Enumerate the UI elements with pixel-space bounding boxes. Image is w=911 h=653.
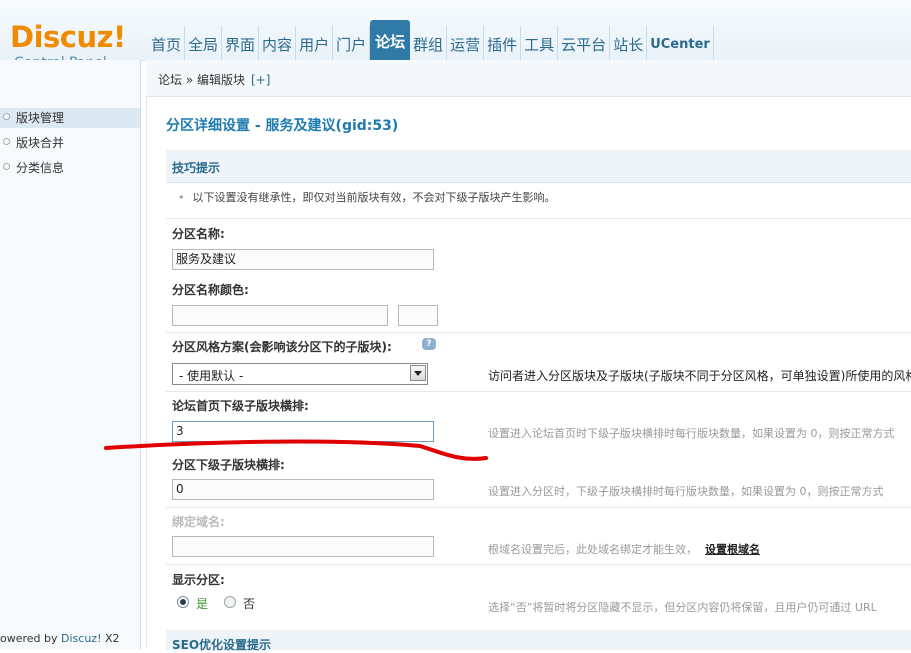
bullet-icon bbox=[3, 163, 10, 170]
divider bbox=[166, 218, 911, 219]
top-header: Discuz! 首页 全局 界面 内容 用户 门户 论坛 群组 运营 插件 工具… bbox=[0, 0, 911, 61]
divider bbox=[166, 391, 911, 392]
field-label-domain: 绑定域名: bbox=[172, 515, 225, 529]
forum-cols-hint: 设置进入论坛首页时下级子版块横排时每行版块数量，如果设置为 0，则按正常方式 bbox=[488, 427, 895, 440]
breadcrumb-bar: 论坛 » 编辑版块 [+] bbox=[146, 60, 911, 97]
nav-users[interactable]: 用户 bbox=[296, 26, 334, 60]
sidebar-item-forum-merge[interactable]: 版块合并 bbox=[0, 133, 140, 153]
powered-by-brand[interactable]: Discuz! bbox=[61, 632, 101, 645]
show-yes-radio[interactable] bbox=[177, 596, 189, 608]
show-hint: 选择“否”将暂时将分区隐藏不显示，但分区内容仍将保留，且用户仍可通过 URL bbox=[488, 601, 877, 614]
show-no-label[interactable]: 否 bbox=[243, 595, 255, 612]
divider bbox=[166, 564, 911, 565]
powered-by-version: X2 bbox=[101, 632, 120, 645]
divider bbox=[146, 96, 147, 649]
show-yes-label[interactable]: 是 bbox=[196, 595, 208, 612]
nav-cloud[interactable]: 云平台 bbox=[558, 26, 611, 60]
nav-tools[interactable]: 工具 bbox=[521, 26, 559, 60]
nav-interface[interactable]: 界面 bbox=[222, 26, 260, 60]
breadcrumb-path[interactable]: 论坛 » 编辑版块 bbox=[158, 73, 245, 87]
sidebar-item-forum-manage[interactable]: 版块管理 bbox=[0, 108, 140, 128]
tip-text: • 以下设置没有继承性，即仅对当前版块有效，不会对下级子版块产生影响。 bbox=[178, 189, 556, 205]
color-picker-button[interactable] bbox=[398, 305, 438, 326]
field-label-show: 显示分区: bbox=[172, 573, 225, 587]
nav-groups[interactable]: 群组 bbox=[410, 26, 448, 60]
page-title: 分区详细设置 - 服务及建议(gid:53) bbox=[166, 118, 399, 134]
tips-header: 技巧提示 bbox=[166, 150, 911, 183]
nav-content[interactable]: 内容 bbox=[259, 26, 297, 60]
bullet-icon: • bbox=[178, 191, 185, 204]
show-no-radio[interactable] bbox=[224, 596, 236, 608]
style-hint: 访问者进入分区版块及子版块(子版块不同于分区风格，可单独设置)所使用的风格 bbox=[488, 369, 911, 383]
domain-hint-text: 根域名设置完后，此处域名绑定才能生效， bbox=[488, 543, 697, 556]
field-label-color: 分区名称颜色: bbox=[172, 283, 249, 297]
tip-message: 以下设置没有继承性，即仅对当前版块有效，不会对下级子版块产生影响。 bbox=[192, 191, 556, 204]
field-label-name: 分区名称: bbox=[172, 227, 225, 241]
sidebar-item-label: 分类信息 bbox=[16, 161, 65, 175]
field-label-category-cols: 分区下级子版块横排: bbox=[172, 458, 285, 472]
style-select-value: - 使用默认 - bbox=[179, 369, 244, 383]
sidebar-item-label: 版块管理 bbox=[16, 111, 65, 125]
category-subforum-cols-input[interactable]: 0 bbox=[172, 479, 434, 500]
tips-title: 技巧提示 bbox=[172, 161, 221, 175]
field-label-forum-cols: 论坛首页下级子版块横排: bbox=[172, 399, 309, 413]
nav-webmaster[interactable]: 站长 bbox=[610, 26, 648, 60]
seo-tips-header: SEO优化设置提示 bbox=[166, 630, 911, 652]
sidebar-item-category-info[interactable]: 分类信息 bbox=[0, 158, 140, 178]
bullet-icon bbox=[3, 138, 10, 145]
nav-portal[interactable]: 门户 bbox=[333, 26, 371, 60]
nav-plugins[interactable]: 插件 bbox=[484, 26, 522, 60]
sidebar-item-label: 版块合并 bbox=[16, 136, 65, 150]
set-root-domain-link[interactable]: 设置根域名 bbox=[705, 543, 760, 556]
nav-operations[interactable]: 运营 bbox=[447, 26, 485, 60]
powered-by: owered by Discuz! X2 bbox=[0, 632, 120, 645]
category-cols-hint: 设置进入分区时，下级子版块横排时每行版块数量，如果设置为 0，则按正常方式 bbox=[488, 485, 884, 498]
breadcrumb: 论坛 » 编辑版块 [+] bbox=[158, 71, 270, 88]
divider bbox=[166, 507, 911, 508]
nav-home[interactable]: 首页 bbox=[148, 26, 186, 60]
help-icon[interactable]: ? bbox=[422, 338, 436, 350]
bullet-icon bbox=[3, 113, 10, 120]
forum-subforum-cols-input[interactable]: 3 bbox=[172, 421, 434, 442]
divider bbox=[166, 332, 911, 333]
field-label-style: 分区风格方案(会影响该分区下的子版块): bbox=[172, 340, 392, 354]
name-color-input[interactable] bbox=[172, 305, 388, 326]
domain-input[interactable] bbox=[172, 536, 434, 557]
discuz-logo[interactable]: Discuz! bbox=[10, 22, 126, 52]
nav-ucenter[interactable]: UCenter bbox=[647, 26, 714, 60]
domain-hint: 根域名设置完后，此处域名绑定才能生效， 设置根域名 bbox=[488, 541, 760, 557]
sidebar: 版块管理 版块合并 分类信息 owered by Discuz! X2 bbox=[0, 60, 141, 649]
style-select[interactable]: - 使用默认 - bbox=[172, 363, 428, 385]
add-shortcut-button[interactable]: [+] bbox=[251, 73, 270, 87]
main-nav: 首页 全局 界面 内容 用户 门户 论坛 群组 运营 插件 工具 云平台 站长 … bbox=[148, 20, 714, 60]
nav-forum[interactable]: 论坛 bbox=[370, 20, 411, 60]
chevron-down-icon[interactable] bbox=[410, 365, 426, 381]
nav-global[interactable]: 全局 bbox=[185, 26, 223, 60]
powered-by-text: owered by bbox=[0, 632, 58, 645]
seo-tips-title: SEO优化设置提示 bbox=[172, 638, 272, 652]
category-name-input[interactable]: 服务及建议 bbox=[172, 249, 434, 270]
